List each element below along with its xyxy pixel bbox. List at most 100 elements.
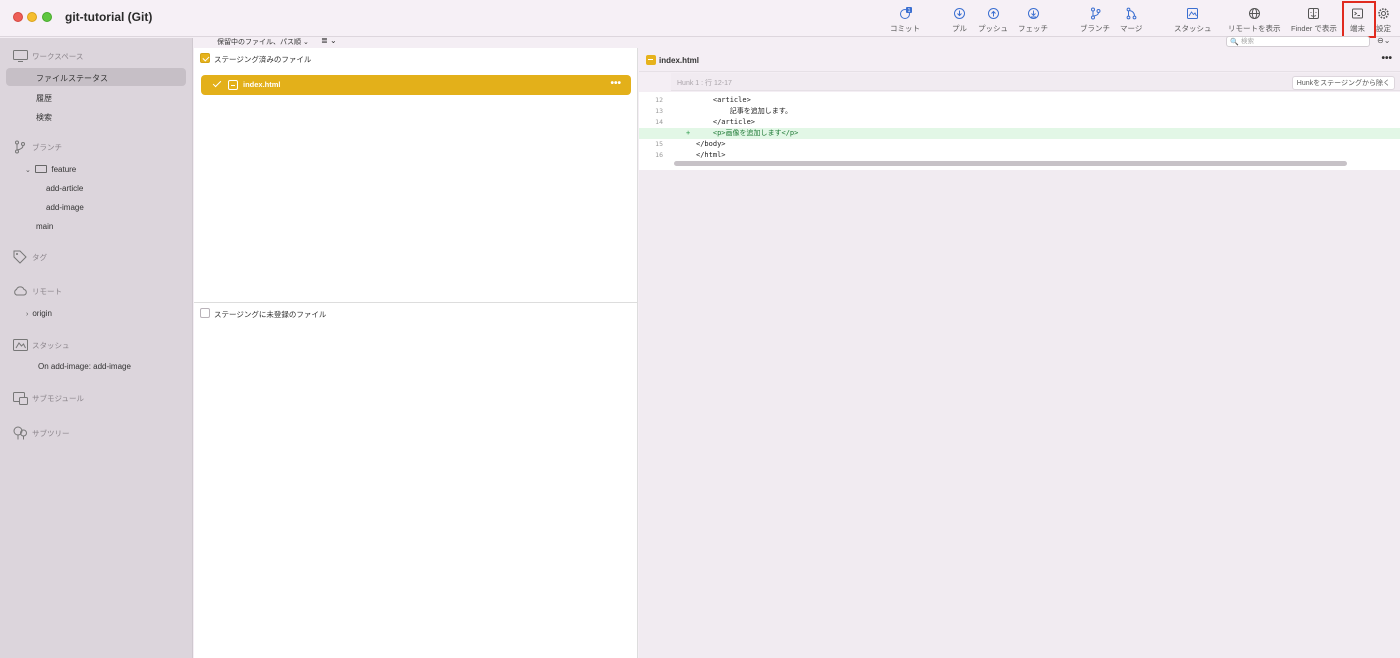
stash-icon bbox=[12, 338, 28, 352]
search-icon: 🔍 bbox=[1230, 39, 1239, 46]
sidebar-branch-main[interactable]: main bbox=[36, 222, 53, 231]
zoom-window-button[interactable] bbox=[42, 12, 52, 22]
file-list-panel bbox=[194, 38, 638, 658]
sidebar-remote-origin[interactable]: › origin bbox=[26, 309, 52, 318]
chevron-right-icon: › bbox=[26, 311, 29, 318]
diff-empty-area bbox=[639, 170, 1400, 658]
fetch-button[interactable]: フェッチ bbox=[1018, 7, 1048, 35]
diff-line: 15 </body> bbox=[655, 140, 726, 148]
horizontal-scrollbar[interactable] bbox=[674, 161, 1347, 166]
close-window-button[interactable] bbox=[13, 12, 23, 22]
diff-file-name: index.html bbox=[659, 56, 700, 65]
sidebar-section-workspace: ワークスペース bbox=[12, 49, 83, 63]
branch-button[interactable]: ブランチ bbox=[1080, 7, 1110, 35]
push-icon bbox=[986, 7, 1000, 20]
merge-label: マージ bbox=[1120, 24, 1143, 33]
pull-label: プル bbox=[952, 24, 967, 33]
monitor-icon bbox=[12, 49, 28, 63]
submodule-icon bbox=[12, 391, 28, 405]
finder-icon bbox=[1307, 7, 1321, 20]
chevron-down-icon: ⌄ bbox=[329, 36, 337, 45]
merge-button[interactable]: マージ bbox=[1120, 7, 1142, 35]
sidebar-stash-item[interactable]: On add-image: add-image bbox=[38, 362, 131, 371]
diff-line: 16 </html> bbox=[655, 151, 726, 159]
diff-line: 13 記事を追加します。 bbox=[655, 107, 793, 115]
pull-button[interactable]: プル bbox=[952, 7, 967, 35]
modified-file-icon bbox=[646, 55, 656, 65]
branch-icon bbox=[12, 140, 28, 154]
staged-file-checkbox[interactable] bbox=[213, 80, 222, 89]
cloud-icon bbox=[12, 284, 28, 298]
sidebar-item-search[interactable]: 検索 bbox=[36, 112, 52, 123]
settings-label: 設定 bbox=[1376, 24, 1391, 33]
fetch-icon bbox=[1026, 7, 1040, 20]
sort-dropdown[interactable]: 保留中のファイル、パス順 ⌄ bbox=[217, 37, 309, 47]
more-options-icon[interactable]: ••• bbox=[1381, 53, 1392, 64]
minimize-window-button[interactable] bbox=[27, 12, 37, 22]
diff-header: index.html ••• bbox=[639, 48, 1400, 72]
commit-button[interactable]: 1 コミット bbox=[890, 7, 920, 35]
commit-badge: 1 bbox=[907, 8, 910, 14]
commit-label: コミット bbox=[890, 24, 920, 33]
title-bar: git-tutorial (Git) 1 コミット プル プッシュ フェッチ ブ… bbox=[0, 0, 1400, 38]
sidebar-section-remotes: リモート bbox=[12, 284, 62, 298]
diff-line: 14 </article> bbox=[655, 118, 756, 126]
staged-files-header: ステージング済みのファイル bbox=[214, 55, 312, 64]
more-options-icon[interactable]: ••• bbox=[610, 78, 621, 89]
tag-icon bbox=[12, 250, 28, 264]
terminal-highlight-annotation bbox=[1342, 1, 1376, 38]
chevron-down-icon: ⌄ bbox=[302, 39, 309, 46]
globe-icon bbox=[1247, 7, 1261, 20]
chevron-down-icon: ⌄ bbox=[25, 167, 31, 174]
search-placeholder: 検索 bbox=[1241, 38, 1254, 45]
modified-file-icon bbox=[228, 80, 238, 90]
tree-icon bbox=[12, 426, 28, 440]
show-remote-button[interactable]: リモートを表示 bbox=[1228, 7, 1281, 35]
show-remote-label: リモートを表示 bbox=[1228, 24, 1281, 33]
fetch-label: フェッチ bbox=[1018, 24, 1048, 33]
sidebar-branch-add-image[interactable]: add-image bbox=[46, 203, 84, 212]
gear-icon bbox=[1377, 7, 1391, 20]
sidebar-section-submodules: サブモジュール bbox=[12, 391, 84, 405]
sidebar: ワークスペース ファイルステータス 履歴 検索 ブランチ ⌄ feature a… bbox=[0, 38, 193, 658]
panel-divider[interactable] bbox=[194, 302, 638, 303]
sidebar-item-file-status[interactable]: ファイルステータス bbox=[36, 73, 108, 84]
sidebar-folder-feature[interactable]: ⌄ feature bbox=[25, 165, 76, 174]
hunk-header: Hunk 1 : 行 12-17 Hunkをステージングから除く bbox=[671, 73, 1400, 91]
unstaged-files-header: ステージングに未登録のファイル bbox=[214, 310, 327, 319]
hunk-title: Hunk 1 : 行 12-17 bbox=[677, 80, 732, 87]
branch-icon bbox=[1088, 7, 1102, 20]
sidebar-branch-add-article[interactable]: add-article bbox=[46, 184, 83, 193]
sidebar-section-subtrees: サブツリー bbox=[12, 426, 70, 440]
window-title: git-tutorial (Git) bbox=[65, 10, 153, 24]
diff-line: 12 <article> bbox=[655, 96, 751, 104]
unstage-hunk-button[interactable]: Hunkをステージングから除く bbox=[1291, 76, 1395, 90]
merge-icon bbox=[1124, 7, 1138, 20]
sidebar-section-tags: タグ bbox=[12, 250, 47, 264]
diff-line-added: + <p>画像を追加します</p> bbox=[639, 128, 1400, 139]
stash-label: スタッシュ bbox=[1174, 24, 1212, 33]
file-list-toolbar: 保留中のファイル、パス順 ⌄ ≣ ⌄ bbox=[194, 36, 638, 48]
sidebar-section-branches: ブランチ bbox=[12, 140, 62, 154]
push-label: プッシュ bbox=[978, 24, 1008, 33]
pull-icon bbox=[953, 7, 967, 20]
stash-button[interactable]: スタッシュ bbox=[1174, 7, 1212, 35]
search-input[interactable]: 🔍 検索 bbox=[1226, 36, 1370, 47]
push-button[interactable]: プッシュ bbox=[978, 7, 1008, 35]
filter-options-button[interactable]: ⊖⌄ bbox=[1377, 36, 1390, 45]
settings-button[interactable]: 設定 bbox=[1376, 7, 1391, 35]
branch-label: ブランチ bbox=[1080, 24, 1110, 33]
stash-icon bbox=[1186, 7, 1200, 20]
staged-file-row[interactable]: index.html ••• bbox=[201, 75, 631, 95]
list-icon: ≣ bbox=[321, 36, 328, 45]
diff-code-view: 12 <article> 13 記事を追加します。 14 </article> … bbox=[639, 92, 1400, 170]
sidebar-item-history[interactable]: 履歴 bbox=[36, 93, 52, 104]
show-in-finder-label: Finder で表示 bbox=[1291, 24, 1337, 33]
show-in-finder-button[interactable]: Finder で表示 bbox=[1291, 7, 1337, 35]
view-options-button[interactable]: ≣ ⌄ bbox=[321, 36, 337, 45]
unstaged-files-checkbox[interactable] bbox=[200, 308, 210, 318]
sidebar-section-stashes: スタッシュ bbox=[12, 338, 70, 352]
folder-icon bbox=[35, 165, 48, 173]
staged-file-name: index.html bbox=[243, 80, 281, 89]
staged-files-checkbox[interactable] bbox=[200, 53, 210, 63]
